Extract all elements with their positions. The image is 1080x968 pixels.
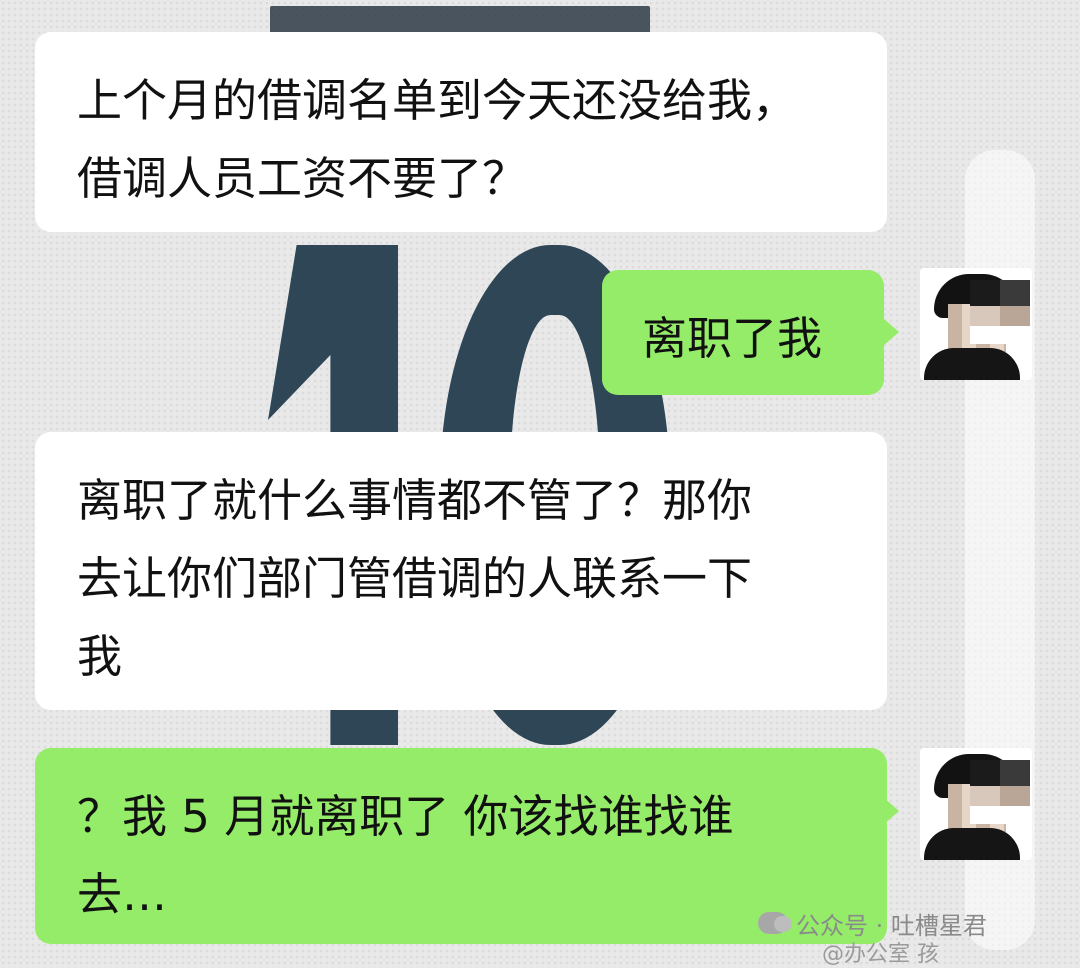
user-avatar[interactable] [920,268,1032,380]
bubble-tail [883,797,899,825]
credit-watermark: @办公室 孩 [822,942,939,967]
incoming-message-bubble[interactable]: 离职了就什么事情都不管了？那你 去让你们部门管借调的人联系一下 我 [35,432,887,710]
avatar-mosaic [970,280,1030,344]
wechat-icon [758,912,792,934]
watermark: 公众号 · 吐槽星君 [758,908,987,940]
incoming-message-bubble[interactable]: 上个月的借调名单到今天还没给我， 借调人员工资不要了？ [35,32,887,232]
avatar-mosaic [970,760,1030,824]
bubble-tail [883,318,899,346]
outgoing-message-bubble[interactable]: 离职了我 [602,270,884,395]
user-avatar[interactable] [920,748,1032,860]
avatar-body [924,348,1020,380]
avatar-body [924,828,1020,860]
